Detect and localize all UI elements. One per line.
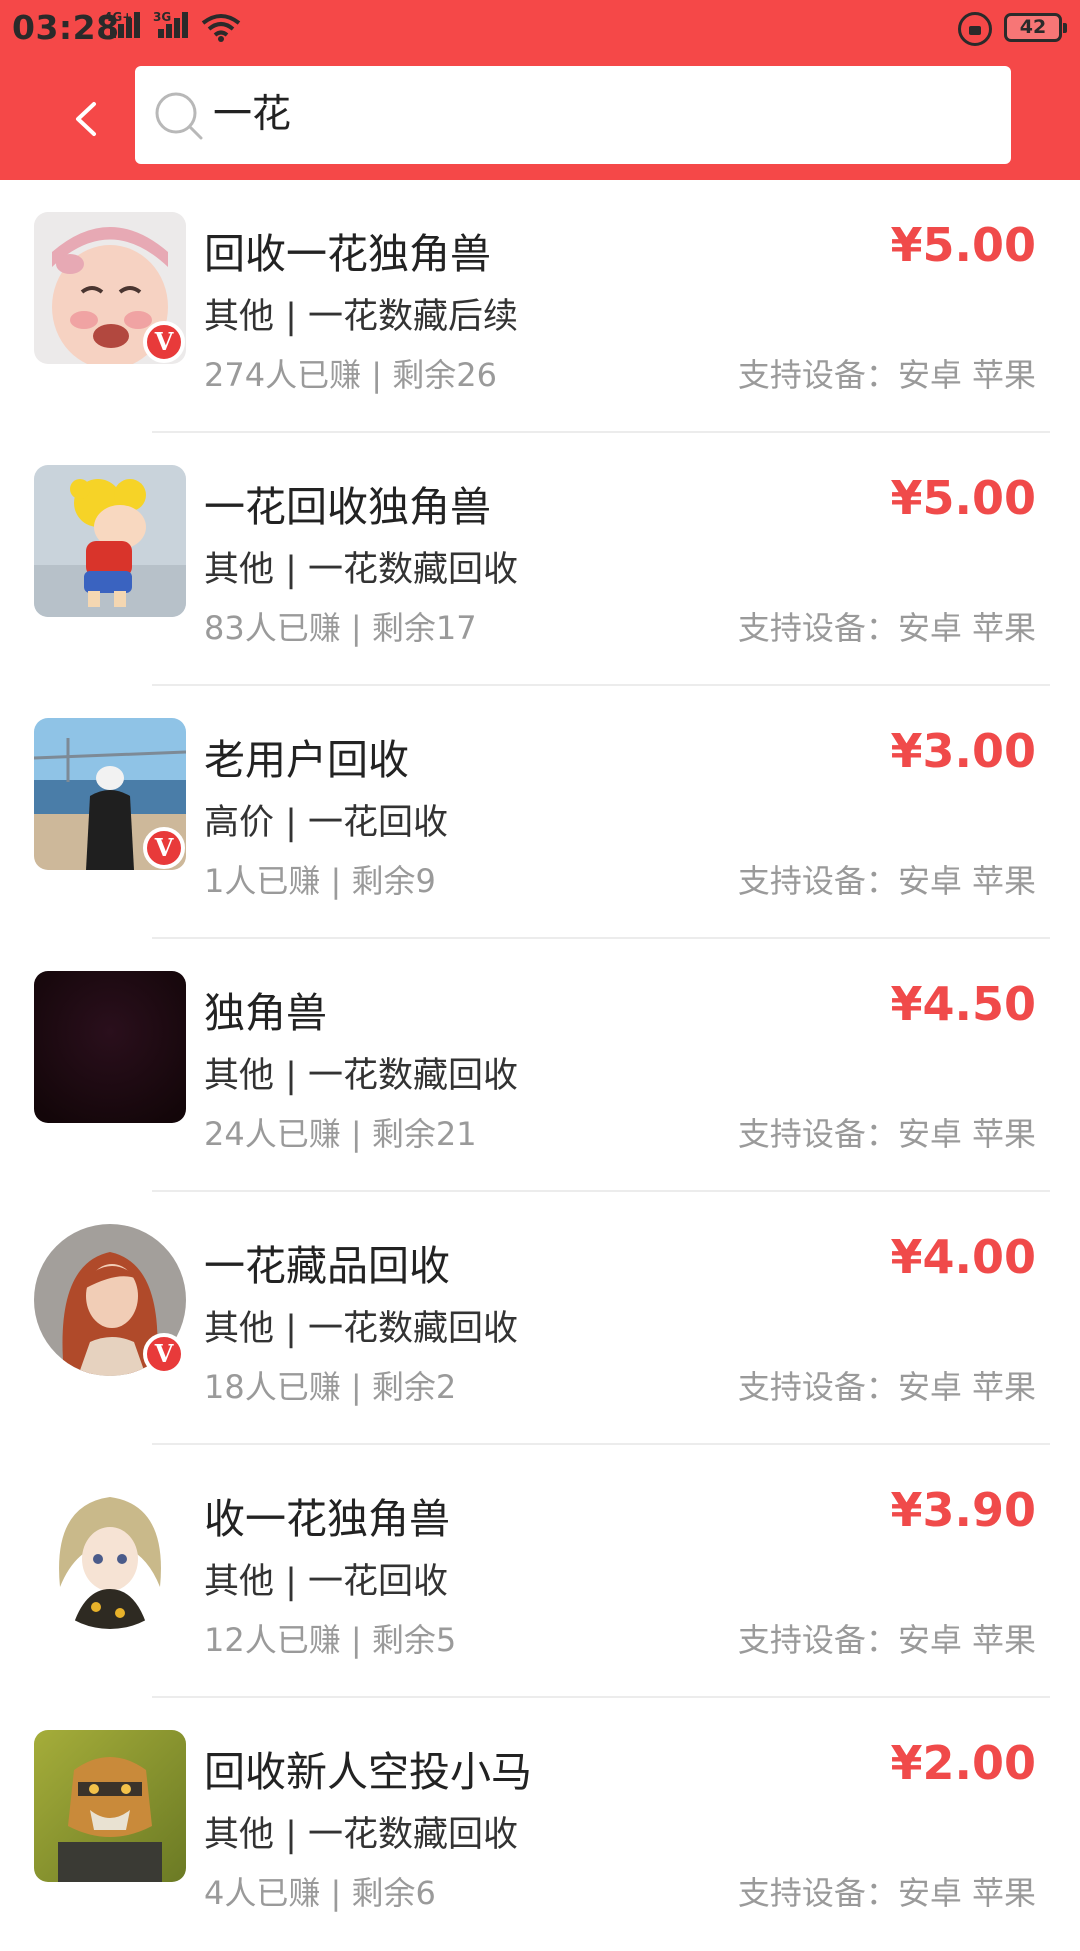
supported-devices: 支持设备：安卓 苹果	[737, 862, 1036, 900]
task-stats: 83人已赚 | 剩余17	[204, 603, 477, 649]
earned-count: 83人已赚	[204, 609, 341, 647]
avatar-anime-girl	[34, 1477, 186, 1629]
stats-separator: |	[350, 1115, 372, 1153]
stats-separator: |	[371, 356, 393, 394]
task-stats: 12人已赚 | 剩余5	[204, 1615, 456, 1661]
back-arrow-icon[interactable]	[58, 88, 112, 150]
stats-separator: |	[350, 1368, 372, 1406]
task-category: 其他 | 一花数藏后续	[204, 297, 519, 337]
task-title: 回收一花独角兽	[204, 230, 491, 278]
stats-separator: |	[330, 862, 352, 900]
avatar-robot-tiger	[34, 1730, 186, 1882]
task-title: 一花回收独角兽	[204, 483, 491, 531]
stats-separator: |	[330, 1874, 352, 1912]
earned-count: 1人已赚	[204, 862, 321, 900]
earned-count: 24人已赚	[204, 1115, 341, 1153]
avatar-dark-square	[34, 971, 186, 1123]
search-icon	[155, 92, 203, 140]
task-stats: 4人已赚 | 剩余6	[204, 1868, 436, 1914]
task-category: 其他 | 一花数藏回收	[204, 1056, 519, 1096]
verified-badge-icon: V	[143, 321, 185, 363]
task-item[interactable]: 独角兽 ¥4.50 其他 | 一花数藏回收 24人已赚 | 剩余21 支持设备：…	[0, 939, 1080, 1192]
remaining-count: 剩余5	[371, 1621, 457, 1659]
remaining-count: 剩余26	[392, 356, 497, 394]
supported-devices: 支持设备：安卓 苹果	[737, 609, 1036, 647]
task-item[interactable]: 回收新人空投小马 ¥2.00 其他 | 一花数藏回收 4人已赚 | 剩余6 支持…	[0, 1698, 1080, 1951]
remaining-count: 剩余9	[351, 862, 436, 900]
task-category: 高价 | 一花回收	[204, 803, 449, 843]
signal-icon	[108, 10, 142, 38]
task-item[interactable]: 收一花独角兽 ¥3.90 其他 | 一花回收 12人已赚 | 剩余5 支持设备：…	[0, 1445, 1080, 1698]
task-price: ¥4.00	[890, 1230, 1036, 1284]
rotation-lock-icon	[958, 12, 992, 46]
header-bar: 03:28 4G+ 3G 42	[0, 0, 1080, 180]
supported-devices: 支持设备：安卓 苹果	[737, 1874, 1036, 1912]
stats-separator: |	[350, 609, 372, 647]
search-bar[interactable]	[135, 66, 1011, 164]
task-stats: 1人已赚 | 剩余9	[204, 856, 436, 902]
task-item[interactable]: 一花回收独角兽 ¥5.00 其他 | 一花数藏回收 83人已赚 | 剩余17 支…	[0, 433, 1080, 686]
task-item[interactable]: V 老用户回收 ¥3.00 高价 | 一花回收 1人已赚 | 剩余9 支持设备：…	[0, 686, 1080, 939]
task-stats: 18人已赚 | 剩余2	[204, 1362, 456, 1408]
task-category: 其他 | 一花数藏回收	[204, 1815, 519, 1855]
task-stats: 24人已赚 | 剩余21	[204, 1109, 477, 1155]
wifi-icon	[201, 14, 241, 42]
supported-devices: 支持设备：安卓 苹果	[737, 1115, 1036, 1153]
task-price: ¥3.90	[890, 1483, 1036, 1537]
verified-badge-icon: V	[143, 1333, 185, 1375]
task-title: 独角兽	[204, 989, 327, 1037]
task-title: 收一花独角兽	[204, 1495, 450, 1543]
task-title: 老用户回收	[204, 736, 409, 784]
avatar-cartoon-boy	[34, 465, 186, 617]
battery-icon: 42	[1004, 13, 1067, 42]
verified-badge-icon: V	[143, 827, 185, 869]
earned-count: 12人已赚	[204, 1621, 341, 1659]
search-input[interactable]	[213, 66, 973, 164]
supported-devices: 支持设备：安卓 苹果	[737, 1368, 1036, 1406]
earned-count: 18人已赚	[204, 1368, 341, 1406]
task-stats: 274人已赚 | 剩余26	[204, 350, 497, 396]
signal-icon-2	[156, 10, 190, 38]
stats-separator: |	[350, 1621, 372, 1659]
task-category: 其他 | 一花回收	[204, 1562, 449, 1602]
earned-count: 4人已赚	[204, 1874, 321, 1912]
remaining-count: 剩余2	[371, 1368, 457, 1406]
supported-devices: 支持设备：安卓 苹果	[737, 356, 1036, 394]
remaining-count: 剩余17	[371, 609, 477, 647]
task-list: V 回收一花独角兽 ¥5.00 其他 | 一花数藏后续 274人已赚 | 剩余2…	[0, 180, 1080, 1951]
status-bar: 03:28 4G+ 3G 42	[0, 0, 1080, 56]
task-price: ¥4.50	[890, 977, 1036, 1031]
task-category: 其他 | 一花数藏回收	[204, 1309, 519, 1349]
task-item[interactable]: V 回收一花独角兽 ¥5.00 其他 | 一花数藏后续 274人已赚 | 剩余2…	[0, 180, 1080, 433]
task-category: 其他 | 一花数藏回收	[204, 550, 519, 590]
task-title: 回收新人空投小马	[204, 1748, 532, 1796]
supported-devices: 支持设备：安卓 苹果	[737, 1621, 1036, 1659]
task-price: ¥3.00	[890, 724, 1036, 778]
task-item[interactable]: V 一花藏品回收 ¥4.00 其他 | 一花数藏回收 18人已赚 | 剩余2 支…	[0, 1192, 1080, 1445]
task-price: ¥5.00	[890, 218, 1036, 272]
task-price: ¥2.00	[890, 1736, 1036, 1790]
remaining-count: 剩余6	[351, 1874, 436, 1912]
remaining-count: 剩余21	[371, 1115, 477, 1153]
task-title: 一花藏品回收	[204, 1242, 450, 1290]
earned-count: 274人已赚	[204, 356, 362, 394]
task-price: ¥5.00	[890, 471, 1036, 525]
